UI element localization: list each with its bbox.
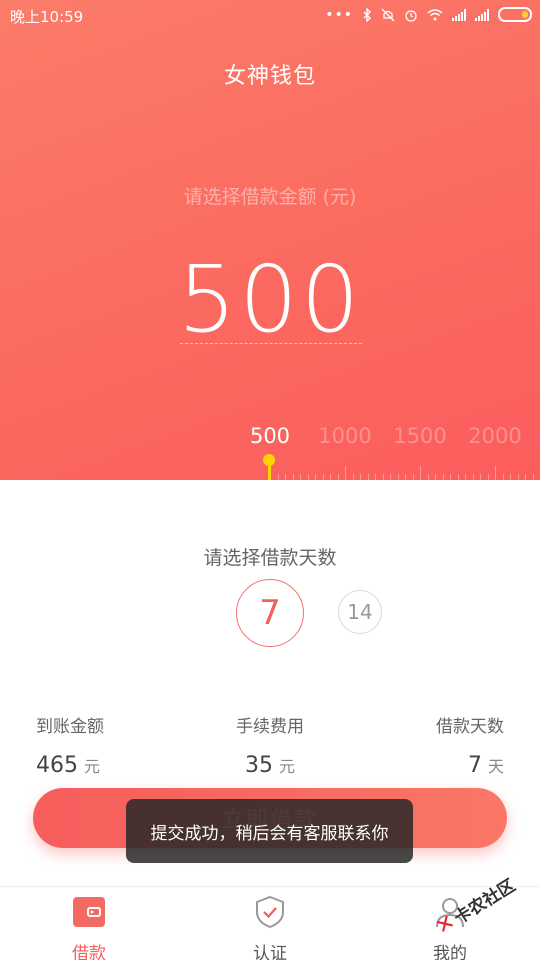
- ruler-tick: [307, 474, 309, 480]
- ruler-tick: [345, 466, 346, 480]
- nav-label-mine: 我的: [433, 944, 467, 960]
- tick-500[interactable]: 500: [250, 424, 290, 448]
- wifi-icon: [427, 8, 443, 20]
- ruler-tick: [382, 474, 384, 480]
- amount-panel: 晚上10:59 ••• 女神钱包 请选择借款金额 (元) 500 500 100…: [0, 0, 540, 480]
- received-value-row: 465 元: [36, 753, 176, 778]
- ruler-tick: [480, 474, 481, 480]
- term-value-row: 7天: [364, 753, 504, 778]
- ruler-tick: [495, 466, 496, 480]
- ruler-tick: [367, 474, 369, 480]
- tick-1500[interactable]: 1500: [393, 424, 446, 448]
- nav-item-loan[interactable]: 借款: [29, 895, 149, 960]
- ruler-tick: [390, 474, 391, 480]
- ruler-tick: [292, 474, 294, 480]
- ruler-tick: [457, 474, 459, 480]
- ruler-tick: [412, 474, 414, 480]
- tick-1000[interactable]: 1000: [318, 424, 371, 448]
- term-unit: 天: [487, 757, 504, 776]
- bluetooth-icon: [363, 7, 371, 22]
- ruler-tick: [510, 474, 511, 480]
- ruler-tick: [405, 474, 406, 480]
- ruler-tick: [397, 474, 399, 480]
- status-time: 晚上10:59: [10, 8, 84, 26]
- ruler-tick: [352, 474, 354, 480]
- days-label: 请选择借款天数: [203, 547, 337, 569]
- battery-icon: [498, 7, 532, 22]
- ruler-tick: [277, 474, 279, 480]
- ruler-tick: [322, 474, 324, 480]
- app-title: 女神钱包: [223, 64, 316, 89]
- ruler-tick: [375, 474, 376, 480]
- ruler-tick: [525, 474, 526, 480]
- ruler-tick: [337, 474, 339, 480]
- fee-value: 35: [244, 753, 273, 778]
- summary-received: 到账金额 465 元: [36, 712, 176, 778]
- tick-2000[interactable]: 2000: [468, 424, 521, 448]
- ruler-tick: [517, 474, 519, 480]
- more-dots-icon: •••: [325, 6, 353, 23]
- toast-message: 提交成功，稍后会有客服联系你: [126, 799, 413, 863]
- term-label: 借款天数: [436, 717, 504, 737]
- ruler-tick: [315, 474, 316, 480]
- amount-label: 请选择借款金额 (元): [183, 186, 357, 208]
- ruler-tick: [360, 474, 361, 480]
- term-value: 7: [467, 753, 482, 778]
- ruler-tick: [450, 474, 451, 480]
- slider-indicator: [267, 466, 271, 480]
- amount-slider-handle[interactable]: [262, 454, 276, 480]
- slider-knob[interactable]: [263, 454, 275, 466]
- nav-label-loan: 借款: [72, 944, 106, 960]
- ruler-tick: [502, 474, 504, 480]
- ruler-tick: [435, 474, 436, 480]
- fee-value-row: 35 元: [200, 753, 340, 778]
- ruler-tick: [465, 474, 466, 480]
- wallet-icon: [73, 897, 105, 927]
- received-value: 465: [36, 753, 78, 778]
- nav-item-certification[interactable]: 认证: [210, 895, 330, 960]
- ruler-tick: [427, 474, 429, 480]
- mute-icon: [381, 8, 395, 21]
- summary-term: 借款天数 7天: [364, 712, 504, 778]
- ruler-tick: [330, 474, 331, 480]
- ruler-tick: [472, 474, 474, 480]
- ruler-tick: [285, 474, 286, 480]
- amount-ticks[interactable]: 500 1000 1500 2000: [0, 424, 540, 452]
- received-unit: 元: [84, 757, 101, 776]
- signal-icon: [452, 8, 466, 21]
- day-option-14[interactable]: 14: [338, 590, 382, 634]
- alarm-icon: [405, 9, 417, 22]
- day-option-7[interactable]: 7: [236, 579, 304, 647]
- nav-label-certification: 认证: [253, 944, 287, 960]
- status-icons: •••: [325, 7, 532, 22]
- ruler-tick: [442, 474, 444, 480]
- amount-value: 500: [177, 246, 363, 353]
- amount-underline: [180, 343, 362, 344]
- shield-check-icon: [256, 895, 284, 929]
- ruler-tick: [532, 474, 534, 480]
- status-bar: 晚上10:59 •••: [0, 0, 540, 32]
- ruler-tick: [420, 466, 421, 480]
- fee-label: 手续费用: [236, 717, 304, 737]
- received-label: 到账金额: [36, 717, 104, 737]
- fee-unit: 元: [278, 757, 295, 776]
- ruler-tick: [300, 474, 301, 480]
- ruler-tick: [487, 474, 489, 480]
- signal-icon: [475, 8, 489, 21]
- summary-fee: 手续费用 35 元: [200, 712, 340, 778]
